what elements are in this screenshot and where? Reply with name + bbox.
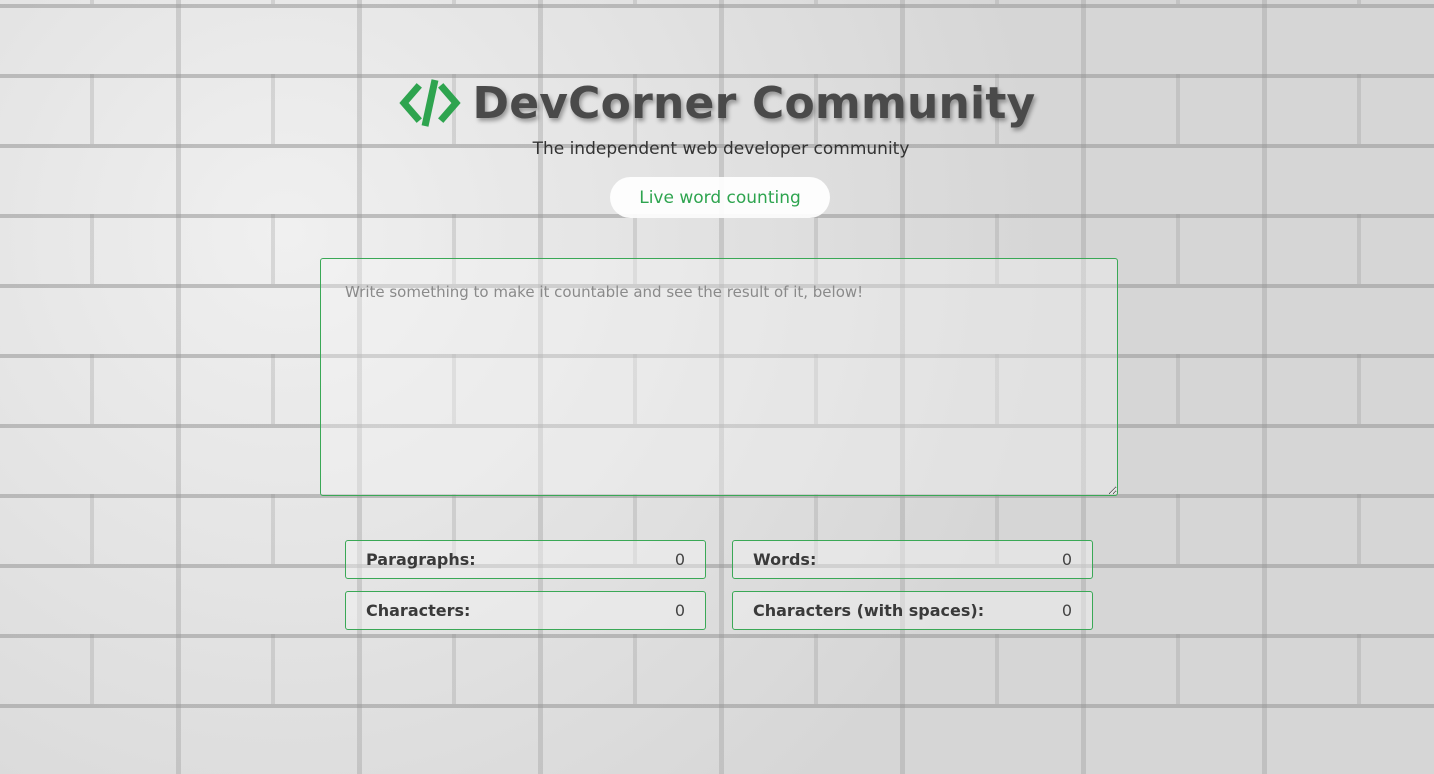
text-input-area[interactable] xyxy=(320,258,1118,496)
stat-characters-value: 0 xyxy=(674,601,685,620)
stat-characters-with-spaces-label: Characters (with spaces): xyxy=(753,601,985,620)
page-subtitle: The independent web developer community xyxy=(532,139,910,159)
stat-words: Words: 0 xyxy=(732,540,1093,579)
live-word-counting-badge: Live word counting xyxy=(610,177,830,218)
stat-words-label: Words: xyxy=(753,550,817,569)
stat-characters-with-spaces: Characters (with spaces): 0 xyxy=(732,591,1093,630)
title-row: DevCorner Community xyxy=(398,76,1036,130)
stat-characters: Characters: 0 xyxy=(345,591,706,630)
code-brackets-icon xyxy=(398,76,461,130)
stat-paragraphs: Paragraphs: 0 xyxy=(345,540,706,579)
header: DevCorner Community The independent web … xyxy=(0,76,1434,159)
page-title: DevCorner Community xyxy=(472,77,1036,129)
stat-paragraphs-value: 0 xyxy=(674,550,685,569)
stat-characters-with-spaces-value: 0 xyxy=(1061,601,1072,620)
stat-characters-label: Characters: xyxy=(366,601,471,620)
stat-words-value: 0 xyxy=(1061,550,1072,569)
stat-paragraphs-label: Paragraphs: xyxy=(366,550,476,569)
